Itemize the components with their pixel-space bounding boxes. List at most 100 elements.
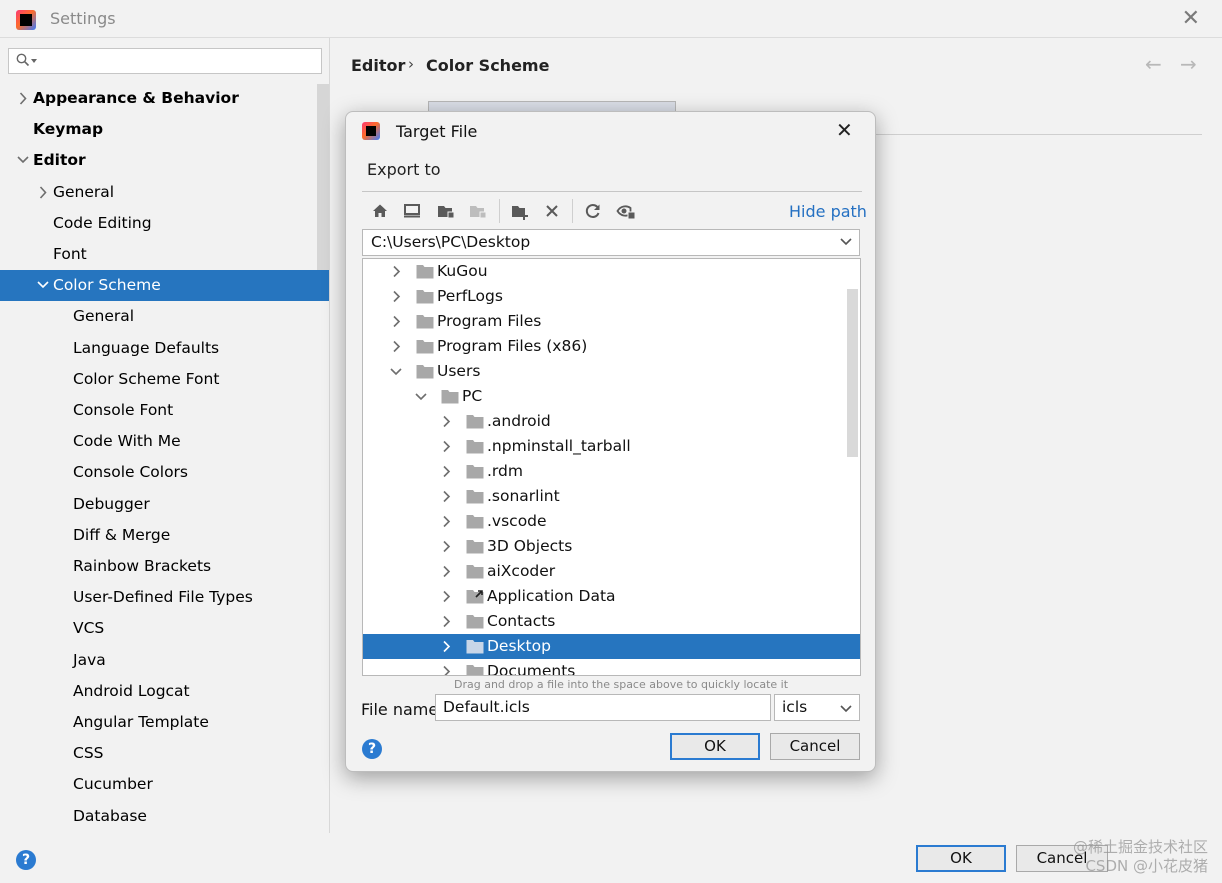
file-tree[interactable]: KuGou PerfLogs Program Files Program Files …	[362, 258, 861, 676]
file-tree-row[interactable]: Users	[363, 359, 860, 384]
search-dropdown-icon[interactable]	[31, 59, 37, 63]
sidebar-item[interactable]: VCS	[0, 613, 318, 644]
file-tree-row[interactable]: Program Files	[363, 309, 860, 334]
chevron-down-icon[interactable]	[389, 359, 403, 384]
chevron-down-icon[interactable]	[414, 384, 428, 409]
settings-help-button[interactable]: ?	[16, 850, 36, 870]
sidebar-item[interactable]: Java	[0, 645, 318, 676]
sidebar-item[interactable]: Keymap	[0, 114, 318, 145]
folder-icon	[416, 340, 434, 354]
drag-drop-hint: Drag and drop a file into the space abov…	[454, 678, 789, 691]
file-tree-row[interactable]: PerfLogs	[363, 284, 860, 309]
sidebar-item[interactable]: Language Defaults	[0, 333, 318, 364]
sidebar-item[interactable]: Code With Me	[0, 426, 318, 457]
home-icon[interactable]	[370, 201, 390, 221]
chevron-right-icon[interactable]	[439, 609, 453, 634]
file-name-input[interactable]: Default.icls	[435, 694, 771, 721]
sidebar-item[interactable]: Database	[0, 801, 318, 832]
chevron-right-icon[interactable]	[389, 309, 403, 334]
chevron-right-icon[interactable]	[439, 409, 453, 434]
settings-search-input[interactable]	[8, 48, 322, 74]
sidebar-item[interactable]: Console Colors	[0, 457, 318, 488]
file-tree-row[interactable]: .vscode	[363, 509, 860, 534]
project-folder-icon[interactable]	[436, 201, 456, 221]
sidebar-item-label: Rainbow Brackets	[73, 557, 212, 575]
path-field[interactable]: C:\Users\PC\Desktop	[362, 229, 860, 256]
extension-select[interactable]: icls	[774, 694, 860, 721]
settings-ok-button[interactable]: OK	[916, 845, 1006, 872]
file-tree-scrollbar[interactable]	[847, 289, 858, 457]
chevron-right-icon[interactable]	[439, 534, 453, 559]
chevron-right-icon[interactable]	[439, 659, 453, 676]
file-tree-row[interactable]: Desktop	[363, 634, 860, 659]
breadcrumb-editor[interactable]: Editor	[351, 56, 405, 75]
folder-icon	[466, 665, 484, 675]
new-folder-icon[interactable]	[510, 201, 530, 221]
chevron-right-icon[interactable]	[439, 559, 453, 584]
sidebar-item[interactable]: Font	[0, 239, 318, 270]
dialog-ok-button[interactable]: OK	[670, 733, 760, 760]
sidebar-item[interactable]: Android Logcat	[0, 676, 318, 707]
sidebar-item[interactable]: Color Scheme	[0, 270, 329, 302]
toolbar-separator	[499, 199, 500, 223]
file-tree-row[interactable]: 3D Objects	[363, 534, 860, 559]
sidebar-item[interactable]: Color Scheme Font	[0, 364, 318, 395]
divider	[362, 191, 862, 192]
sidebar-item[interactable]: Rainbow Brackets	[0, 551, 318, 582]
file-tree-row[interactable]: Application Data	[363, 584, 860, 609]
folder-icon	[441, 390, 459, 404]
show-hidden-files-icon[interactable]	[616, 201, 636, 221]
chevron-right-icon[interactable]	[439, 509, 453, 534]
sidebar-item[interactable]: Code Editing	[0, 208, 318, 239]
chevron-right-icon[interactable]	[439, 484, 453, 509]
chevron-right-icon[interactable]	[439, 634, 453, 659]
window-close-button[interactable]: ✕	[1182, 6, 1200, 32]
chevron-right-icon[interactable]	[439, 584, 453, 609]
sidebar-item[interactable]: Diff & Merge	[0, 520, 318, 551]
chevron-down-icon[interactable]	[839, 232, 853, 250]
sidebar-item[interactable]: Editor	[0, 145, 318, 176]
sidebar-item-label: Color Scheme Font	[73, 369, 220, 388]
file-tree-row[interactable]: Contacts	[363, 609, 860, 634]
chevron-right-icon[interactable]	[389, 259, 403, 284]
hide-path-link[interactable]: Hide path	[789, 202, 867, 221]
sidebar-item[interactable]: General	[0, 301, 318, 332]
chevron-right-icon[interactable]	[389, 334, 403, 359]
sidebar-item[interactable]: Angular Template	[0, 707, 318, 738]
folder-icon	[416, 365, 434, 379]
sidebar-item[interactable]: Appearance & Behavior	[0, 83, 318, 114]
sidebar-item[interactable]: General	[0, 177, 318, 208]
sidebar-item-label: Color Scheme	[53, 276, 161, 295]
file-tree-row[interactable]: .android	[363, 409, 860, 434]
file-tree-row[interactable]: KuGou	[363, 259, 860, 284]
forward-arrow-icon[interactable]: →	[1180, 52, 1197, 76]
folder-icon	[466, 540, 484, 554]
delete-icon[interactable]	[542, 201, 562, 221]
sidebar-item[interactable]: Debugger	[0, 489, 318, 520]
chevron-right-icon[interactable]	[16, 83, 30, 114]
dialog-help-button[interactable]: ?	[362, 739, 382, 759]
chevron-down-icon[interactable]	[36, 270, 50, 301]
sidebar-item[interactable]: Cucumber	[0, 769, 318, 800]
sidebar-item[interactable]: CSS	[0, 738, 318, 769]
sidebar-item[interactable]: Console Font	[0, 395, 318, 426]
chevron-right-icon[interactable]	[439, 459, 453, 484]
sidebar-scrollbar[interactable]	[317, 84, 329, 270]
file-tree-row[interactable]: Program Files (x86)	[363, 334, 860, 359]
file-tree-row[interactable]: .sonarlint	[363, 484, 860, 509]
chevron-down-icon[interactable]	[16, 145, 30, 176]
refresh-icon[interactable]	[583, 201, 603, 221]
file-tree-row[interactable]: .rdm	[363, 459, 860, 484]
sidebar-item[interactable]: User-Defined File Types	[0, 582, 318, 613]
dialog-cancel-button[interactable]: Cancel	[770, 733, 860, 760]
dialog-close-button[interactable]: ✕	[836, 118, 853, 142]
file-tree-row[interactable]: PC	[363, 384, 860, 409]
back-arrow-icon[interactable]: ←	[1145, 52, 1162, 76]
chevron-right-icon[interactable]	[389, 284, 403, 309]
chevron-right-icon[interactable]	[36, 177, 50, 208]
chevron-right-icon[interactable]	[439, 434, 453, 459]
desktop-icon[interactable]	[402, 201, 422, 221]
file-tree-row[interactable]: aiXcoder	[363, 559, 860, 584]
file-tree-row[interactable]: .npminstall_tarball	[363, 434, 860, 459]
file-tree-row[interactable]: Documents	[363, 659, 860, 676]
